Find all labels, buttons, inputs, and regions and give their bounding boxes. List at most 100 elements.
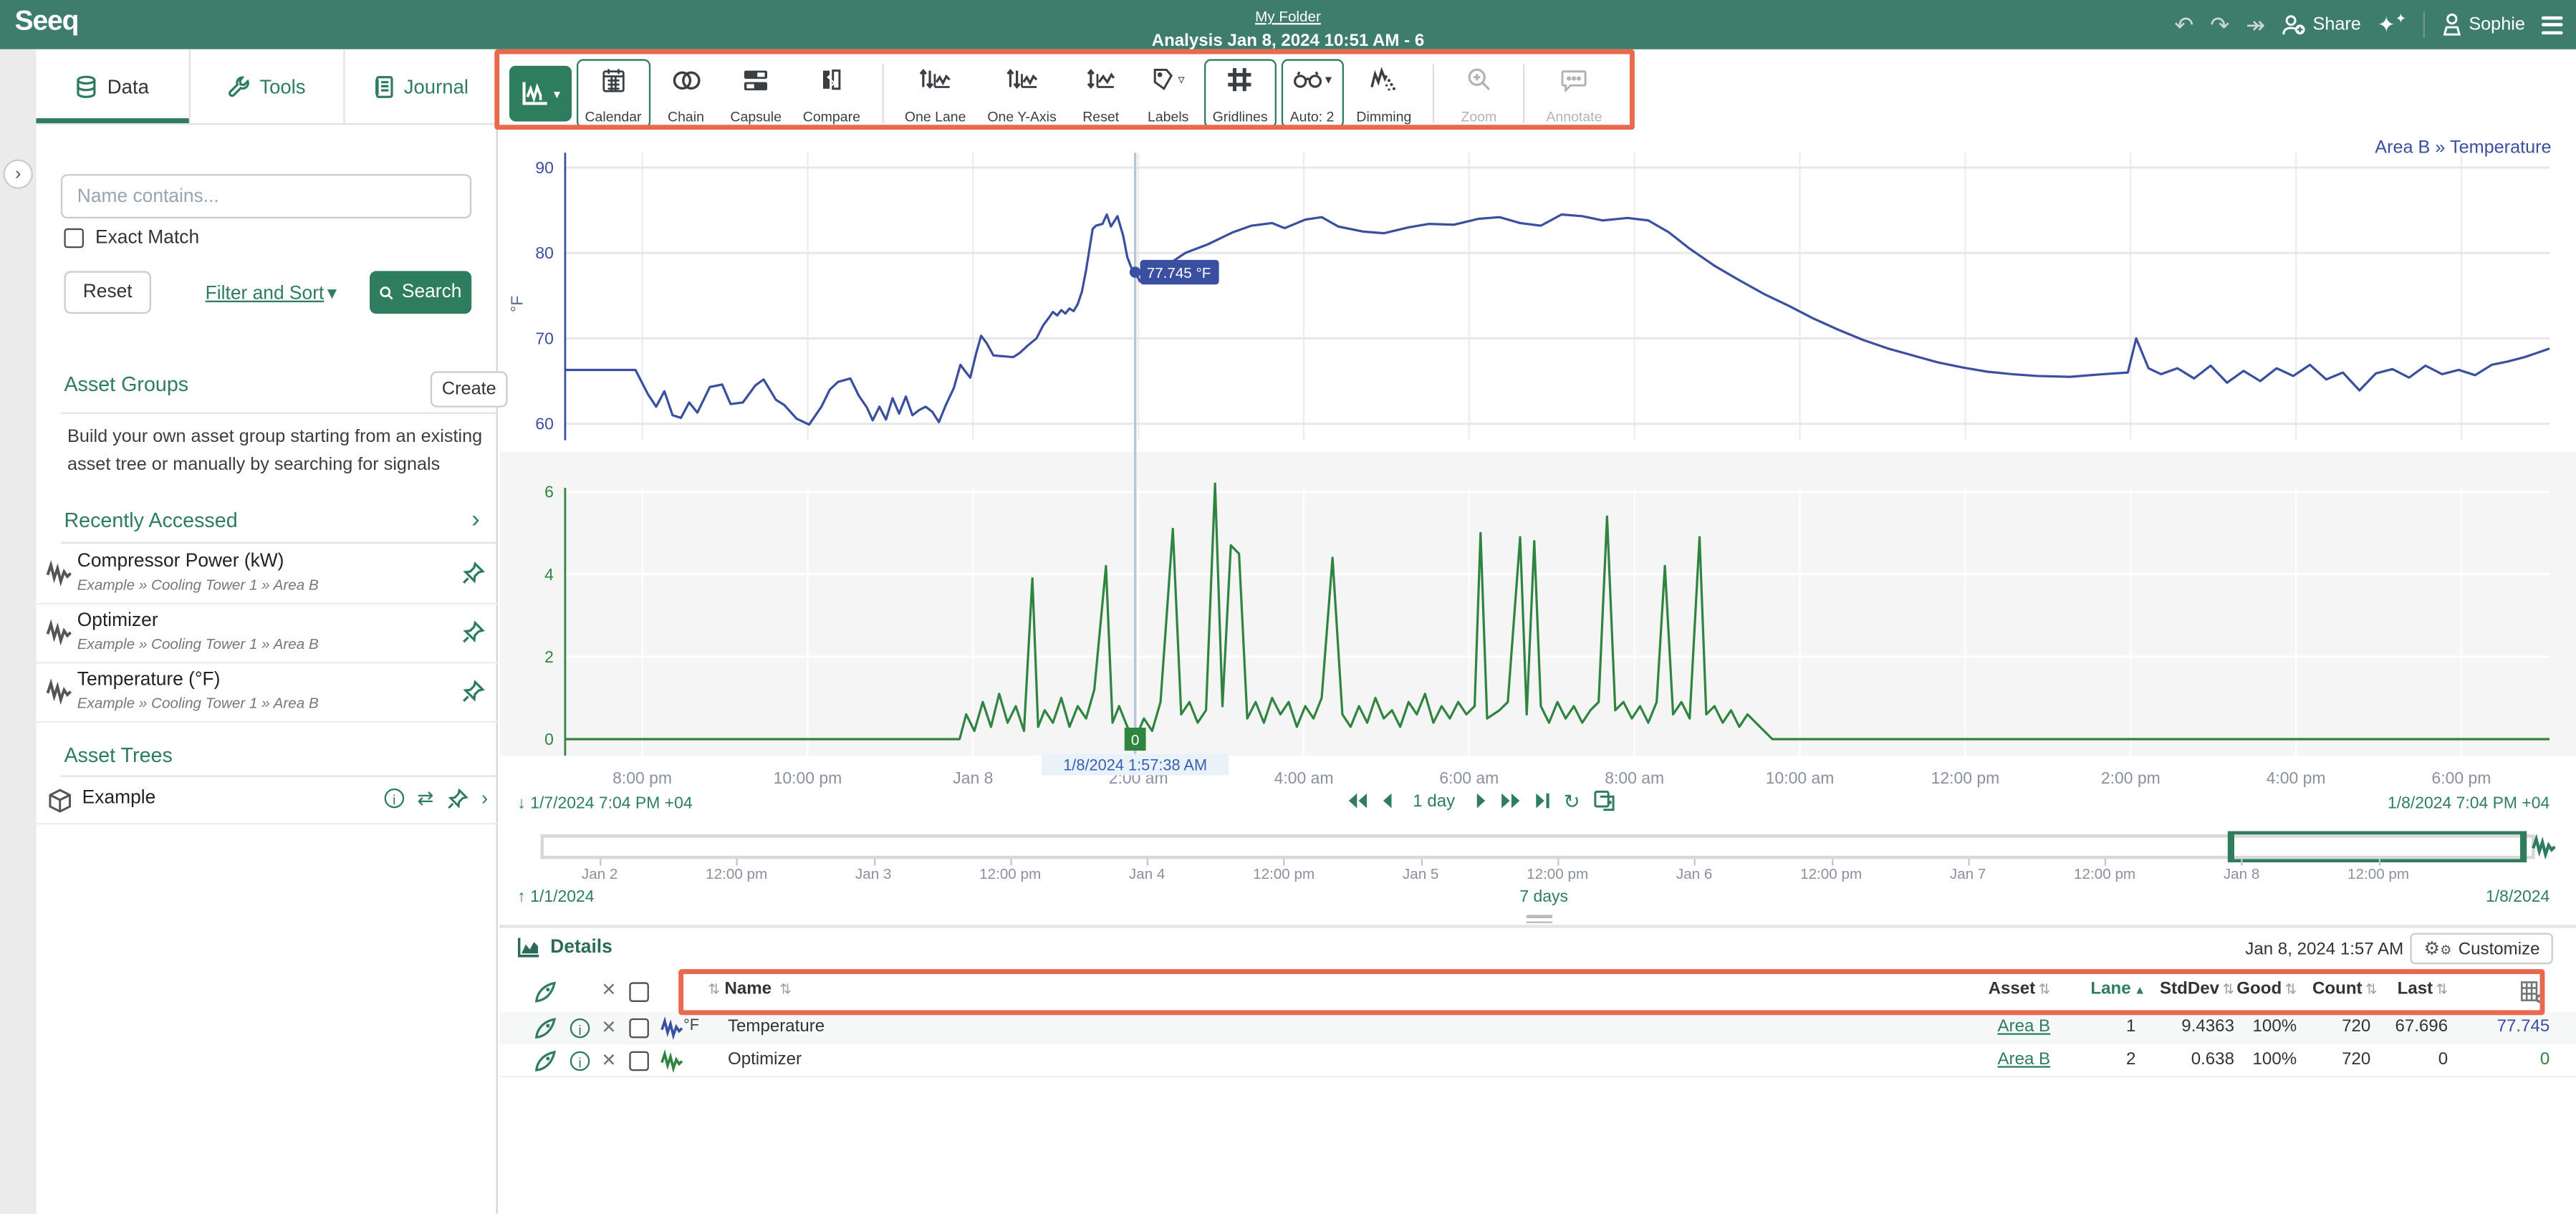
pin-icon[interactable] — [461, 680, 484, 703]
pin-icon[interactable] — [461, 562, 484, 584]
list-item-compressor-power[interactable]: Compressor Power (kW) Example » Cooling … — [36, 545, 497, 604]
x-axis-tick-label: 6:00 pm — [2432, 769, 2491, 787]
list-item-temperature[interactable]: Temperature (°F) Example » Cooling Tower… — [36, 664, 497, 723]
exact-match-checkbox[interactable] — [64, 228, 84, 249]
overview-timeline[interactable] — [541, 834, 2535, 859]
rocket-icon[interactable] — [534, 981, 557, 1003]
investigate-range-start[interactable]: ↑ 1/1/2024 — [517, 889, 594, 907]
info-icon[interactable]: i — [385, 789, 405, 809]
toolbar-reset-button[interactable]: Reset — [1070, 58, 1132, 127]
row-checkbox[interactable] — [629, 1051, 649, 1071]
trend-chart[interactable]: 607080900246°F8:00 pm10:00 pmJan 82:00 a… — [499, 140, 2576, 796]
sort-icon: ⇅ — [779, 981, 791, 998]
display-range-start[interactable]: ↓ 1/7/2024 7:04 PM +04 — [517, 795, 692, 813]
create-asset-group-button[interactable]: Create — [431, 371, 508, 407]
swap-icon[interactable]: ⇄ — [417, 787, 433, 810]
selector-right-handle[interactable] — [2520, 833, 2525, 861]
user-menu[interactable]: Sophie — [2441, 13, 2525, 36]
search-input[interactable] — [61, 174, 471, 218]
step-back-icon[interactable] — [1382, 791, 1393, 809]
redo-all-icon[interactable]: ↠ — [2246, 13, 2265, 36]
timeline-tick-label: Jan 4 — [1129, 866, 1166, 882]
investigate-range-end[interactable]: 1/8/2024 — [2486, 889, 2549, 907]
toolbar-one-y-axis-button[interactable]: One Y-Axis — [979, 58, 1064, 127]
rocket-icon[interactable] — [534, 1017, 557, 1040]
remove-icon[interactable]: ✕ — [601, 1017, 616, 1039]
sidebar-collapse-button[interactable]: › — [4, 159, 33, 188]
breadcrumb[interactable]: My Folder — [1255, 8, 1321, 24]
select-all-checkbox[interactable] — [629, 982, 649, 1002]
step-back-half-icon[interactable] — [1347, 791, 1369, 809]
chevron-right-icon[interactable]: › — [471, 506, 479, 534]
info-icon[interactable]: i — [570, 1018, 590, 1039]
seeq-logo[interactable]: Seeq — [15, 5, 79, 38]
tree-item-example[interactable]: Example i ⇄ › — [36, 779, 497, 824]
selector-left-handle[interactable] — [2229, 833, 2234, 861]
table-row-optimizer[interactable]: i ✕ Optimizer Area B 2 0.638 100% 720 0 … — [499, 1045, 2576, 1078]
pin-icon[interactable] — [447, 788, 468, 809]
signal-name[interactable]: Optimizer — [728, 1049, 802, 1069]
customize-button[interactable]: ⚙⚙ Customize — [2411, 933, 2553, 965]
divider — [61, 542, 498, 544]
toolbar-chain-button[interactable]: Chain — [655, 58, 717, 127]
info-icon[interactable]: i — [570, 1051, 590, 1071]
toolbar-compare-button[interactable]: Compare — [794, 58, 868, 127]
toolbar-capsule-button[interactable]: Capsule — [722, 58, 789, 127]
view-mode-button[interactable]: ▾ — [509, 65, 572, 121]
tab-journal[interactable]: Journal — [345, 49, 498, 123]
redo-icon[interactable]: ↷ — [2210, 13, 2229, 36]
add-column-icon[interactable] — [2520, 981, 2544, 1003]
hamburger-menu-icon[interactable] — [2542, 16, 2563, 34]
toolbar-gridlines-button[interactable]: Gridlines — [1204, 58, 1276, 127]
tab-tools[interactable]: Tools — [191, 49, 345, 123]
toolbar-dimming-button[interactable]: Dimming — [1348, 58, 1420, 127]
step-forward-half-icon[interactable] — [1499, 791, 1521, 809]
undo-icon[interactable]: ↶ — [2174, 13, 2193, 36]
toolbar-auto-update-button[interactable]: ▾ Auto: 2 — [1281, 58, 1343, 127]
step-forward-icon[interactable] — [1475, 791, 1486, 809]
column-header-good[interactable]: Good⇅ — [2201, 979, 2297, 999]
search-button[interactable]: Search — [370, 271, 471, 314]
asset-link[interactable]: Area B — [1938, 1049, 2050, 1069]
seeq-workbench: Seeq My Folder Analysis Jan 8, 2024 10:5… — [0, 0, 2576, 1214]
table-row-temperature[interactable]: i ✕ °F Temperature Area B 1 9.4363 100% … — [499, 1012, 2576, 1045]
step-to-end-icon[interactable] — [1534, 791, 1550, 809]
display-range-end[interactable]: 1/8/2024 7:04 PM +04 — [2388, 795, 2549, 813]
asset-link[interactable]: Area B — [1938, 1017, 2050, 1037]
toolbar-labels-button[interactable]: ▿ Labels — [1137, 58, 1199, 127]
gears-icon: ⚙⚙ — [2424, 938, 2452, 960]
filter-and-sort-link[interactable]: Filter and Sort▾ — [206, 281, 337, 304]
range-duration[interactable]: 1 day — [1413, 791, 1455, 811]
lane-value: 2 — [2073, 1049, 2135, 1069]
toolbar-calendar-button[interactable]: Calendar — [577, 58, 650, 127]
remove-icon[interactable]: ✕ — [601, 1049, 616, 1071]
rocket-icon[interactable] — [534, 1049, 557, 1072]
share-button[interactable]: Share — [2282, 14, 2361, 35]
user-icon — [2441, 13, 2462, 36]
sidebar-tabs: Data Tools Journal — [36, 49, 497, 125]
signal-name[interactable]: Temperature — [728, 1017, 825, 1037]
timeline-signal-icon[interactable] — [2532, 834, 2556, 859]
column-header-name[interactable]: ⇅ Name ⇅ — [705, 979, 792, 999]
pin-icon[interactable] — [461, 621, 484, 644]
x-axis-tick-label: 2:00 pm — [2101, 769, 2161, 787]
timeline-range-selector[interactable] — [2228, 831, 2527, 862]
column-header-asset[interactable]: Asset⇅ — [1938, 979, 2050, 999]
signal-icon-blue — [660, 1017, 683, 1040]
chevron-right-icon[interactable]: › — [481, 787, 488, 810]
timeline-tick-label: Jan 5 — [1403, 866, 1439, 882]
row-checkbox[interactable] — [629, 1018, 649, 1039]
toolbar-one-lane-button[interactable]: One Lane — [896, 58, 974, 127]
remove-all-icon[interactable]: ✕ — [601, 979, 616, 1001]
investigate-range-duration[interactable]: 7 days — [1519, 889, 1568, 907]
ai-sparkle-icon[interactable]: ✦✦ — [2378, 11, 2406, 38]
refresh-icon[interactable]: ↻ — [1564, 791, 1580, 811]
copy-range-icon[interactable] — [1593, 790, 1615, 811]
compare-icon — [820, 67, 843, 92]
cursor-timestamp: 1/8/2024 1:57:38 AM — [1063, 756, 1207, 774]
reset-search-button[interactable]: Reset — [64, 271, 151, 314]
timeline-tick — [1284, 859, 1285, 865]
column-header-last[interactable]: Last⇅ — [2356, 979, 2448, 999]
tab-data[interactable]: Data — [36, 49, 191, 123]
list-item-optimizer[interactable]: Optimizer Example » Cooling Tower 1 » Ar… — [36, 604, 497, 664]
